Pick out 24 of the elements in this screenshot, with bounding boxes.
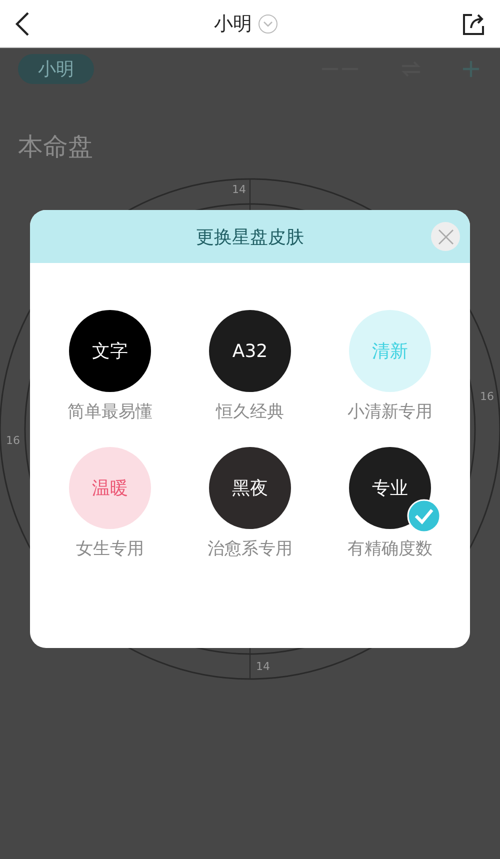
skin-caption: 有精确度数 [348,538,432,560]
profile-chip[interactable]: 小明 [18,54,94,84]
dialog-title: 更换星盘皮肤 [196,226,304,248]
skin-caption: 小清新专用 [348,401,432,423]
degree-label: 14 [256,660,270,673]
skin-option[interactable]: 文字 [69,310,151,392]
section-title: 本命盘 [18,131,93,163]
skin-caption: 女生专用 [76,538,144,560]
close-button[interactable] [431,222,460,251]
skin-option[interactable]: A32 [209,310,291,392]
back-icon[interactable] [14,10,30,36]
skin-caption: 恒久经典 [216,401,284,423]
skin-caption: 简单最易懂 [68,401,152,423]
chevron-down-icon[interactable] [258,14,278,34]
degree-label: 14 [232,183,246,196]
plus-icon[interactable] [462,60,480,78]
skin-option[interactable]: 专业 [349,447,431,529]
skin-caption: 治愈系专用 [208,538,292,560]
close-icon [436,228,454,246]
share-icon[interactable] [462,12,486,36]
header-title: 小明 [214,12,252,36]
degree-label: 16 [480,390,494,403]
degree-label: 16 [6,434,20,447]
skin-option[interactable]: 黑夜 [209,447,291,529]
